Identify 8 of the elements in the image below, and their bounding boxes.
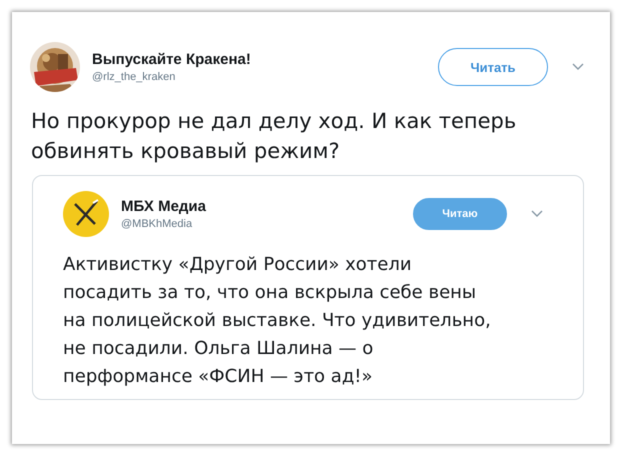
author-name[interactable]: Выпускайте Кракена! (92, 51, 426, 68)
author-handle[interactable]: @MBKhMedia (121, 218, 401, 230)
follow-button[interactable]: Читаю (413, 198, 507, 230)
author-name[interactable]: МБХ Медиа (121, 198, 401, 215)
tweet-text: Но прокурор не дал делу ход. И как теперь обвинять кровавый режим? (31, 108, 518, 165)
author-handle[interactable]: @rlz_the_kraken (92, 71, 426, 83)
quoted-tweet-text: Активистку «Другой России» хотели посадить за то, что она вскрыла себе вены на полицейской выставке. Что удивительно, не посадили. Ольга Шалина — о перформансе «ФСИН — это ад!» (63, 253, 492, 389)
follow-button[interactable]: Читать (438, 48, 548, 86)
